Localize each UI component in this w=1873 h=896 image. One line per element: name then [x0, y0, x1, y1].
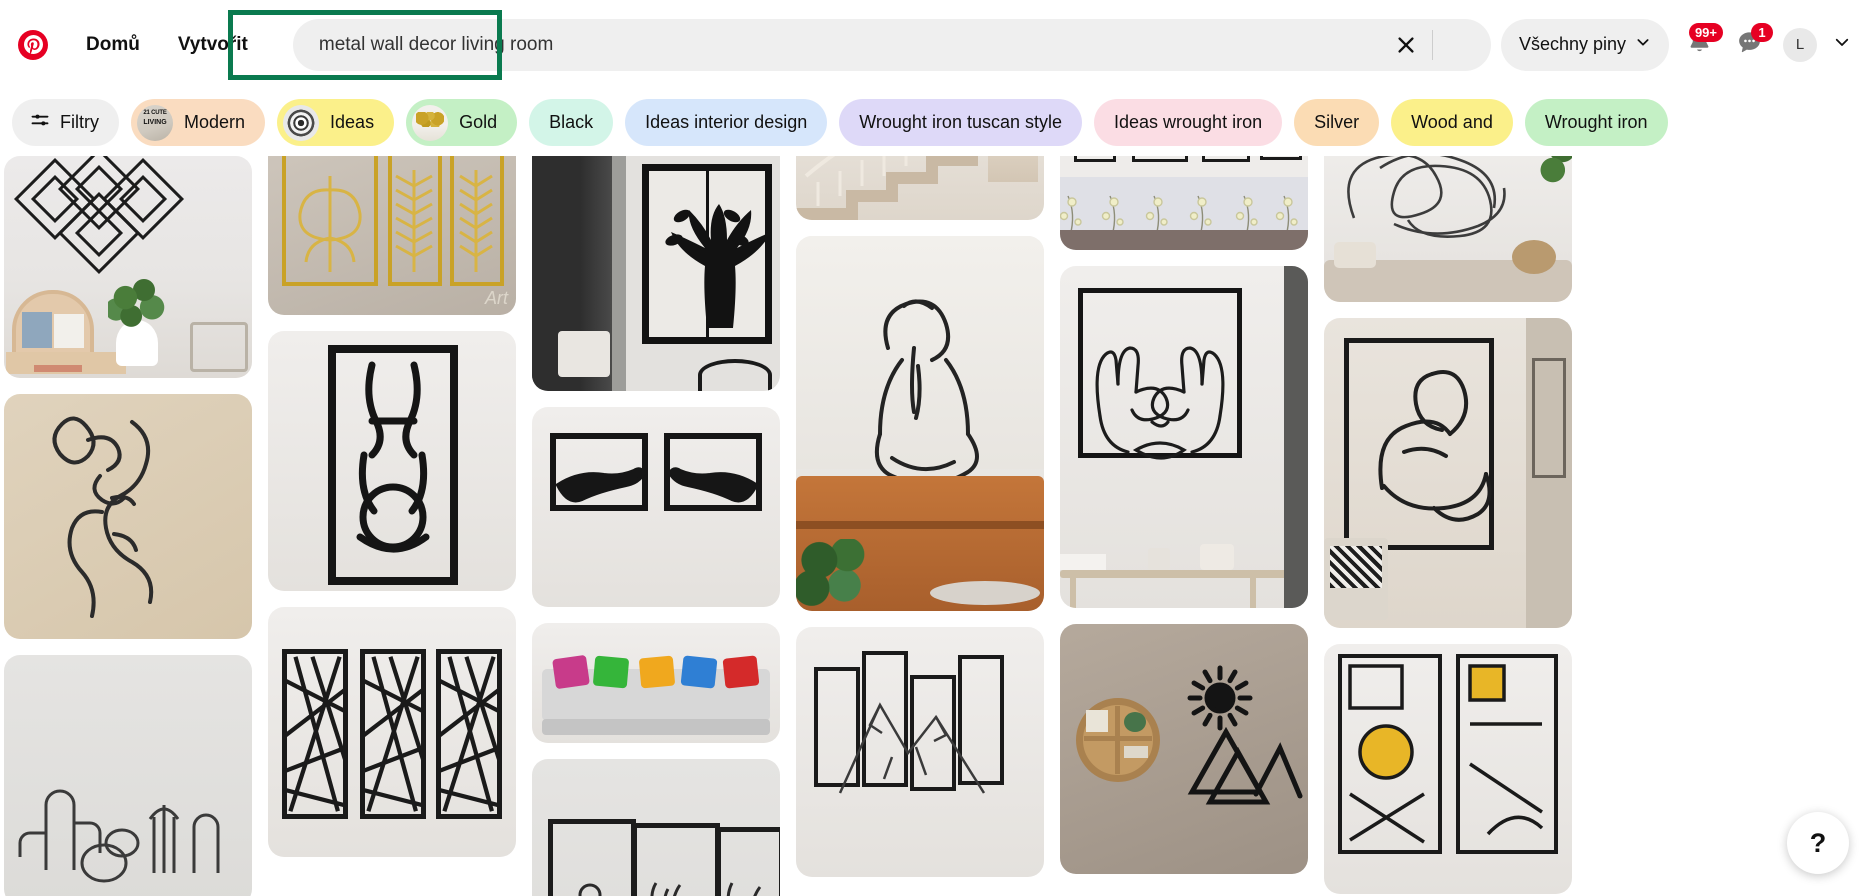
messages-button[interactable]: 1 [1727, 22, 1773, 67]
pin-tree-of-life-double-panel[interactable] [532, 156, 780, 391]
filter-chip-silver[interactable]: Silver [1294, 99, 1380, 146]
chip-label: Wrought iron tuscan style [859, 112, 1062, 132]
pin-type-filter-dropdown[interactable]: Všechny piny [1500, 18, 1669, 71]
pin-seated-woman-leather-sofa[interactable] [796, 236, 1044, 611]
pin-black-woman-frame-panel[interactable] [268, 331, 516, 591]
chip-label: Wrought iron [1544, 112, 1648, 132]
filters-button[interactable]: Filtry [12, 99, 119, 146]
chip-label: Silver [1314, 112, 1360, 132]
pin-geometric-gold-accent[interactable] [1324, 644, 1572, 894]
filter-chip-ideas-interior-design[interactable]: Ideas interior design [625, 99, 828, 146]
pin-mountain-panels[interactable] [796, 627, 1044, 877]
chip-label: Wood and [1411, 112, 1493, 132]
filter-chip-ideas[interactable]: Ideas [277, 99, 395, 146]
pin-sun-mountains-shelf[interactable] [1060, 624, 1308, 874]
filter-chip-black[interactable]: Black [529, 99, 614, 146]
pin-column-2: Art [268, 156, 516, 873]
pin-geometric-diamonds-rattan-sofa[interactable] [4, 156, 252, 378]
pin-hands-creation-diptych[interactable] [532, 407, 780, 607]
chip-thumbnail [412, 104, 449, 141]
pin-cactus-line-art[interactable] [4, 655, 252, 896]
pin-column-6 [1324, 156, 1572, 896]
filter-chip-bar: Filtry Modern Ideas Gold Black Ideas interio… [0, 89, 1873, 156]
nav-create[interactable]: Vytvořit [164, 24, 262, 66]
filters-label: Filtry [60, 112, 99, 132]
pin-plant-frames-line[interactable] [532, 759, 780, 896]
pin-line-art-kissing-faces[interactable] [4, 394, 252, 639]
account-menu-button[interactable] [1825, 25, 1859, 65]
pin-wire-abstract-sofa[interactable] [1324, 156, 1572, 302]
pin-column-4 [796, 156, 1044, 893]
pin-frames-floral-wallpaper[interactable] [1060, 156, 1308, 250]
chip-thumbnail [137, 104, 173, 141]
filter-chip-ideas-wrought-iron[interactable]: Ideas wrought iron [1094, 99, 1283, 146]
chip-thumbnail [283, 104, 320, 141]
chip-label: Ideas interior design [645, 112, 808, 132]
pin-column-3 [532, 156, 780, 896]
chip-label: Modern [184, 112, 246, 132]
pin-column-5 [1060, 156, 1308, 890]
filter-chip-modern[interactable]: Modern [131, 99, 266, 146]
sliders-icon [30, 110, 50, 135]
close-icon[interactable] [1393, 32, 1419, 58]
filter-chip-gold[interactable]: Gold [406, 99, 518, 146]
chip-label: Ideas wrought iron [1114, 112, 1263, 132]
notifications-badge: 99+ [1688, 22, 1723, 42]
help-button[interactable]: ? [1787, 812, 1849, 874]
chip-label: Black [549, 112, 594, 132]
search-input[interactable]: metal wall decor living room [292, 18, 1491, 71]
chevron-down-icon [1833, 33, 1851, 56]
pin-grid: Art [0, 156, 1873, 896]
notifications-button[interactable]: 99+ [1677, 22, 1723, 67]
filter-chip-wood-and[interactable]: Wood and [1391, 99, 1513, 146]
pin-reclining-woman-line[interactable] [1324, 318, 1572, 628]
pin-column-1 [4, 156, 252, 896]
pin-staircase-railing[interactable] [796, 156, 1044, 220]
messages-badge: 1 [1751, 22, 1773, 42]
chip-label: Ideas [330, 112, 375, 132]
divider [1431, 29, 1433, 60]
chevron-down-icon [1635, 34, 1651, 55]
search-container: metal wall decor living room [292, 18, 1491, 71]
top-header: Domů Vytvořit metal wall decor living ro… [0, 0, 1873, 89]
pin-geometric-lines-triptych[interactable] [268, 607, 516, 857]
pinterest-logo-icon[interactable] [18, 29, 48, 60]
avatar[interactable]: L [1783, 27, 1817, 62]
pin-colorful-sofa-pillows[interactable] [532, 623, 780, 743]
pin-hands-face-line-art[interactable] [1060, 266, 1308, 608]
pin-gold-leaf-panels[interactable]: Art [268, 156, 516, 315]
filter-chip-wrought-iron[interactable]: Wrought iron [1524, 99, 1668, 146]
search-input-value: metal wall decor living room [318, 33, 554, 55]
chip-label: Gold [459, 112, 498, 132]
filter-chip-wrought-iron-tuscan-style[interactable]: Wrought iron tuscan style [839, 99, 1082, 146]
pin-filter-label: Všechny piny [1518, 34, 1626, 54]
nav-home[interactable]: Domů [72, 24, 154, 66]
